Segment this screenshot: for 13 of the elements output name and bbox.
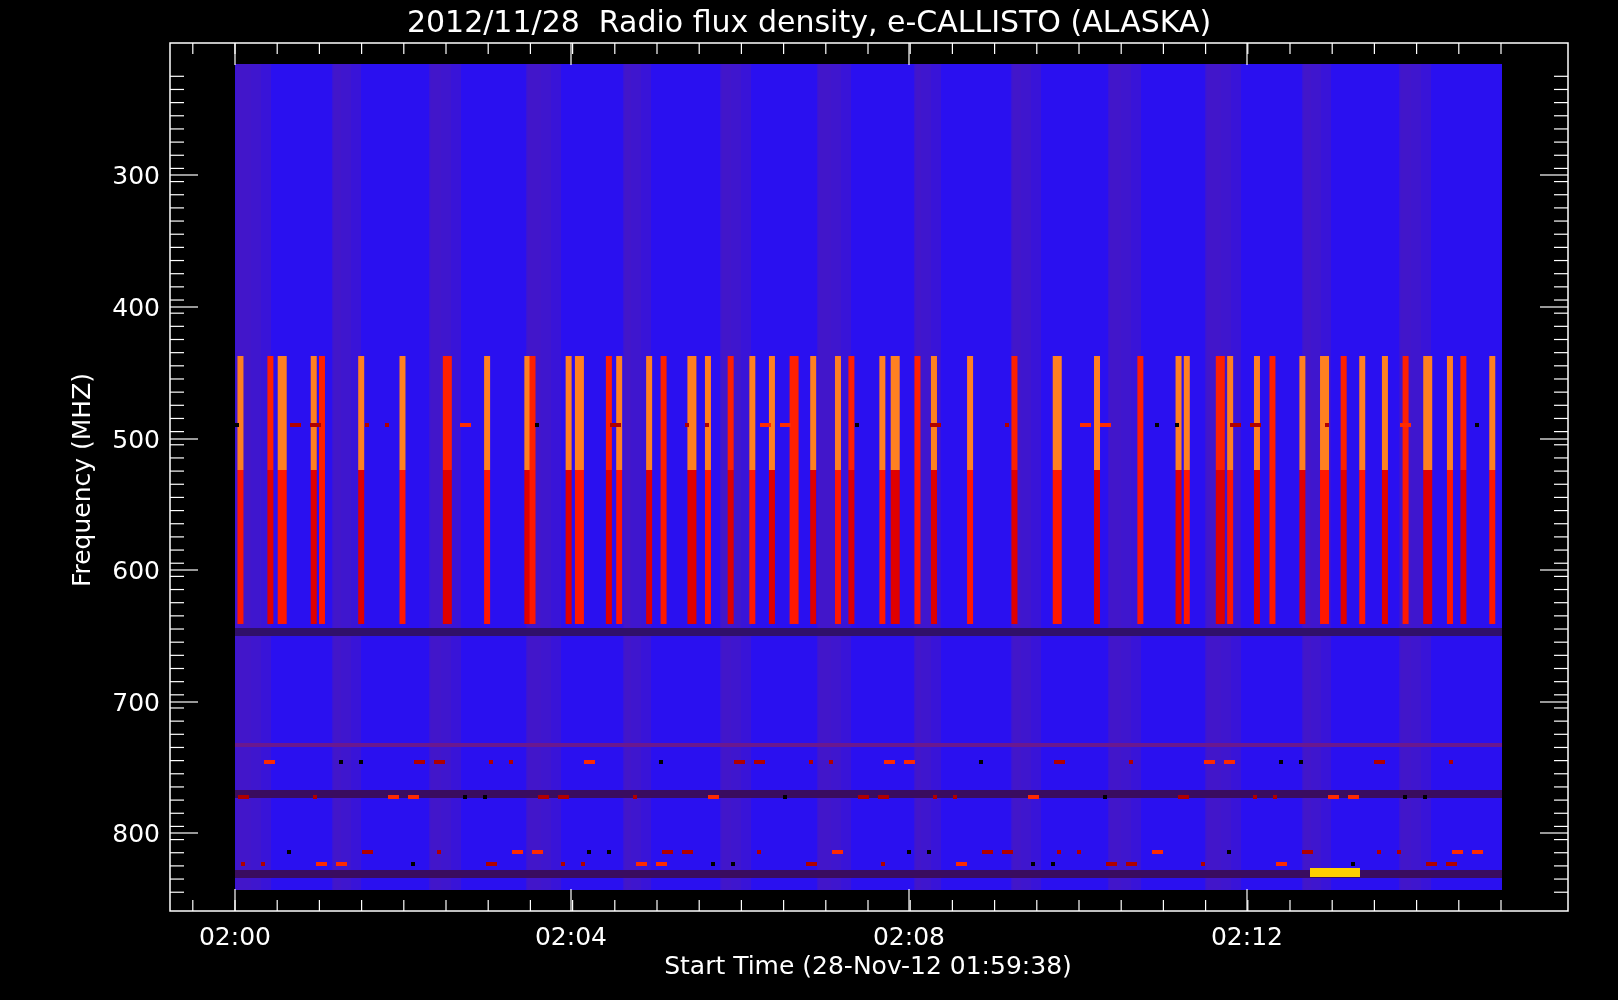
x-axis-label: Start Time (28-Nov-12 01:59:38)	[664, 951, 1072, 980]
y-tick-label: 400	[112, 293, 160, 322]
x-tick-label: 02:00	[199, 922, 271, 951]
chart-title: 2012/11/28 Radio flux density, e-CALLISTO (ALASKA)	[406, 4, 1212, 39]
y-axis-label: Frequency (MHZ)	[67, 372, 96, 588]
x-tick-label: 02:04	[535, 922, 607, 951]
y-tick-label: 500	[112, 425, 160, 454]
x-tick-label: 02:12	[1211, 922, 1283, 951]
y-tick-label: 600	[112, 556, 160, 585]
x-tick-label: 02:08	[873, 922, 945, 951]
y-tick-label: 800	[112, 819, 160, 848]
y-tick-label: 700	[112, 688, 160, 717]
y-tick-label: 300	[112, 161, 160, 190]
